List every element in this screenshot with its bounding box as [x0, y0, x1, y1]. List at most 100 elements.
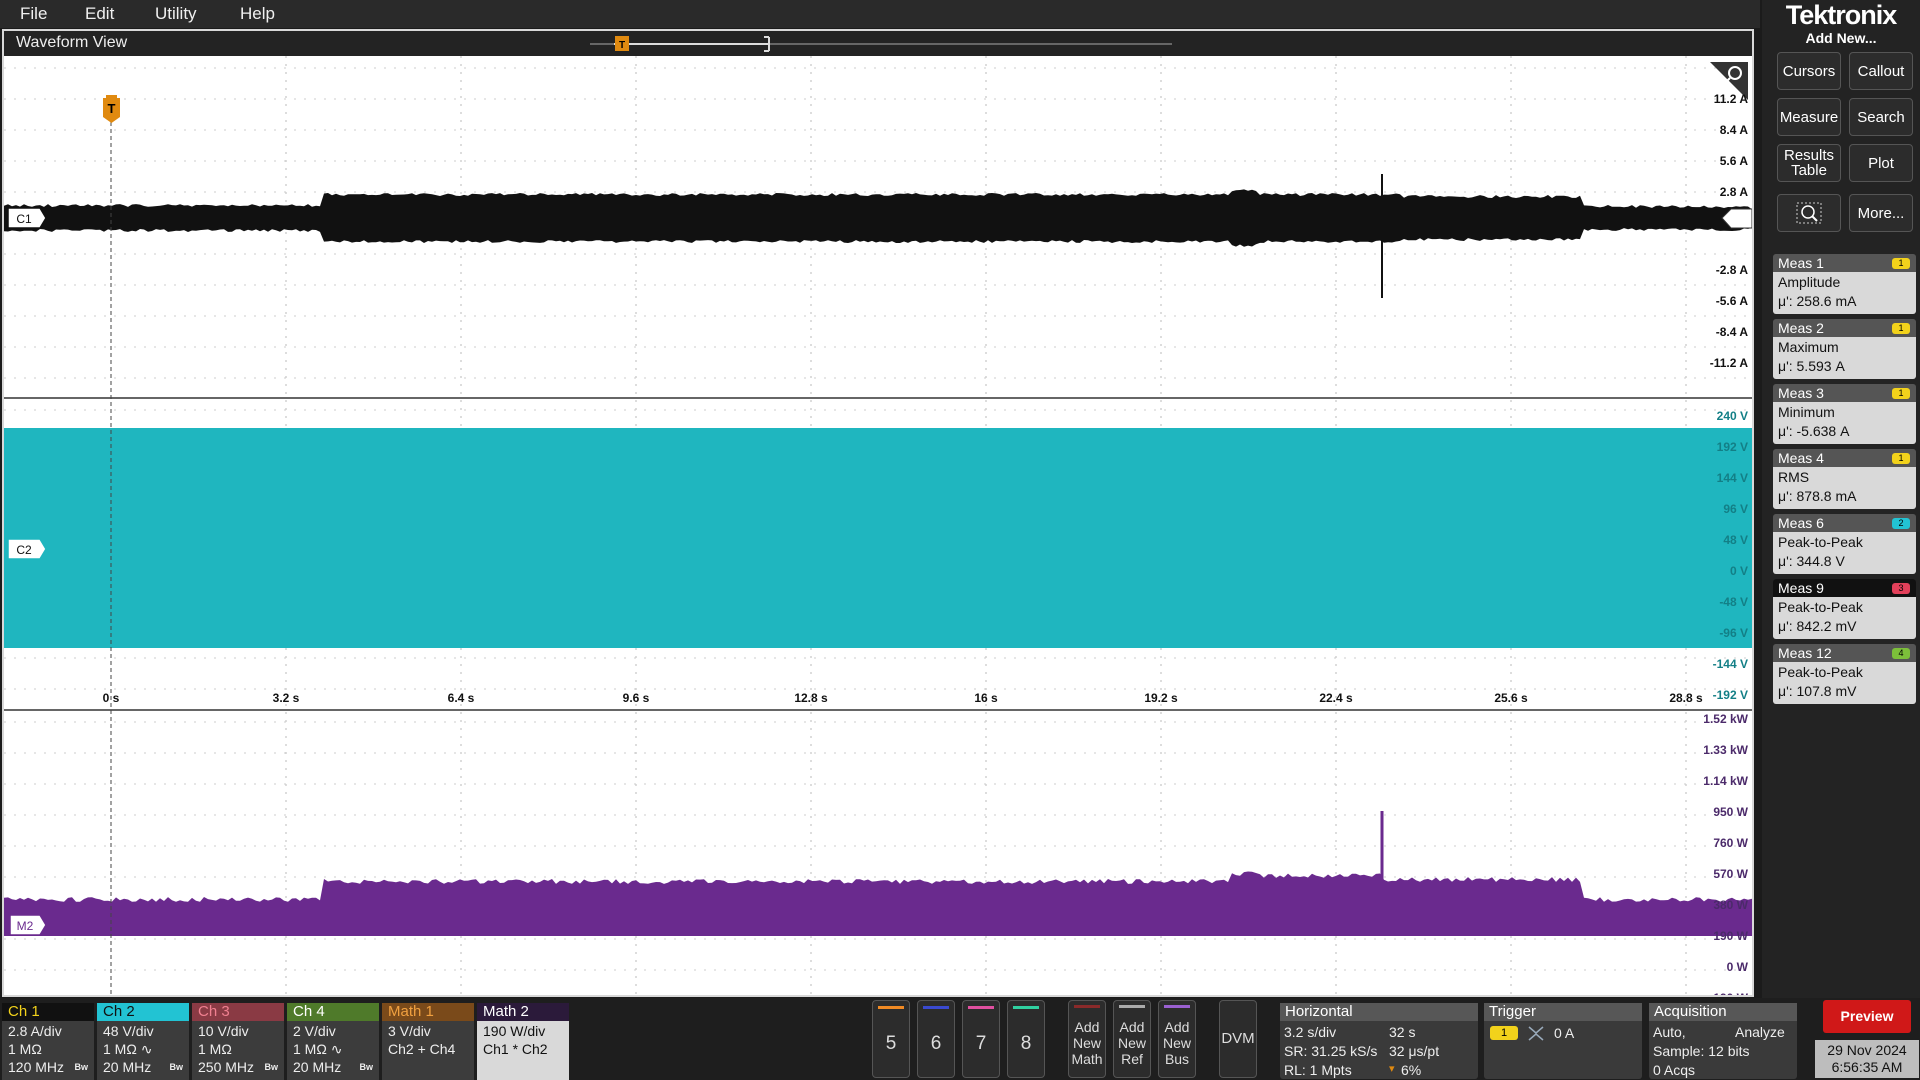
ch2-handle-label: C2 [16, 543, 32, 557]
measurement-card[interactable]: Meas 2 1 Maximum μ': 5.593 A [1773, 319, 1916, 379]
measurement-value: μ': 842.2 mV [1778, 618, 1857, 634]
ch1-scale-label: 2.8 A [1720, 185, 1749, 199]
channel-slot-6-button[interactable]: 6 [917, 1000, 955, 1078]
measurement-card[interactable]: Meas 9 3 Peak-to-Peak μ': 842.2 mV [1773, 579, 1916, 639]
ch2-scale-label: -144 V [1713, 657, 1748, 671]
ch1-scale-label: -8.4 A [1716, 325, 1749, 339]
measurement-header: Meas 4 1 [1773, 449, 1916, 467]
channel-badge-math-1[interactable]: Math 1 3 V/div Ch2 + Ch4 [382, 1003, 474, 1080]
math2-scale-label: 760 W [1713, 836, 1748, 850]
more-button[interactable]: More... [1849, 194, 1913, 232]
measurement-value: μ': 5.593 A [1778, 358, 1845, 374]
bandwidth-limit-icon: Bw [74, 1062, 89, 1072]
menu-file[interactable]: File [20, 4, 47, 24]
channel-coupling: 1 MΩ [8, 1041, 42, 1057]
trigger-level: 0 A [1554, 1025, 1575, 1041]
trigger-source-badge: 1 [1490, 1026, 1518, 1040]
ch1-scale-label: 11.2 A [1714, 92, 1749, 106]
measurement-body: RMS μ': 878.8 mA [1773, 467, 1916, 509]
record-overview[interactable]: T [584, 31, 1184, 56]
horizontal-duration: 32 s [1389, 1024, 1416, 1040]
slot-color-line [968, 1006, 994, 1009]
menu-utility[interactable]: Utility [155, 4, 197, 24]
measurement-title: Meas 2 [1778, 320, 1824, 336]
trigger-panel[interactable]: Trigger 1 0 A [1484, 1003, 1642, 1079]
measurement-card[interactable]: Meas 6 2 Peak-to-Peak μ': 344.8 V [1773, 514, 1916, 574]
channel-badge-math-2[interactable]: Math 2 190 W/div Ch1 * Ch2 [477, 1003, 569, 1080]
time-axis-label: 12.8 s [794, 691, 828, 705]
ch2-handle[interactable]: C2 [7, 538, 47, 560]
channel-badge-ch-2[interactable]: Ch 2 48 V/div 1 MΩ ∿ 20 MHz Bw [97, 1003, 189, 1080]
ch1-handle[interactable]: C1 [7, 207, 47, 229]
channel-slot-8-button[interactable]: 8 [1007, 1000, 1045, 1078]
menu-edit[interactable]: Edit [85, 4, 114, 24]
measurement-body: Maximum μ': 5.593 A [1773, 337, 1916, 379]
time-axis-label: 0 s [103, 691, 120, 705]
time-axis-label: 25.6 s [1494, 691, 1528, 705]
plot-button[interactable]: Plot [1849, 144, 1913, 182]
measurement-source-badge: 3 [1892, 583, 1910, 594]
add-new-math-button[interactable]: Add New Math [1068, 1000, 1106, 1078]
ch2-scale-label: -192 V [1713, 688, 1748, 702]
channel-settings: 10 V/div 1 MΩ 250 MHz Bw [192, 1021, 284, 1080]
cursors-button[interactable]: Cursors [1777, 52, 1841, 90]
measurement-name: Minimum [1778, 404, 1835, 420]
channel-bandwidth-row: 20 MHz Bw [293, 1058, 373, 1076]
measurement-source-badge: 1 [1892, 258, 1910, 269]
search-button[interactable]: Search [1849, 98, 1913, 136]
channel-scale: 2.8 A/div [8, 1023, 62, 1039]
horizontal-title: Horizontal [1280, 1003, 1478, 1021]
measurement-title: Meas 1 [1778, 255, 1824, 271]
channel-slot-5-button[interactable]: 5 [872, 1000, 910, 1078]
horizontal-scale: 3.2 s/div [1284, 1024, 1337, 1040]
slot-color-line [1013, 1006, 1039, 1009]
dvm-button[interactable]: DVM [1219, 1000, 1257, 1078]
measurement-source-badge: 1 [1892, 453, 1910, 464]
math2-scale-label: 1.14 kW [1703, 774, 1748, 788]
add-new-bus-button[interactable]: Add New Bus [1158, 1000, 1196, 1078]
measurement-name: Peak-to-Peak [1778, 599, 1863, 615]
channel-scale: 2 V/div [293, 1023, 336, 1039]
measurement-card[interactable]: Meas 1 1 Amplitude μ': 258.6 mA [1773, 254, 1916, 314]
ch2-scale-label: -96 V [1719, 626, 1748, 640]
channel-badge-ch-3[interactable]: Ch 3 10 V/div 1 MΩ 250 MHz Bw [192, 1003, 284, 1080]
channel-bandwidth-row: 20 MHz Bw [103, 1058, 183, 1076]
measurement-value: μ': 107.8 mV [1778, 683, 1857, 699]
callout-button[interactable]: Callout [1849, 52, 1913, 90]
zoom-icon [1796, 202, 1822, 224]
waveform-view[interactable]: Waveform View T T C1 C2 M2 11.2 A 8.4 A … [2, 29, 1754, 997]
trigger-position-marker[interactable]: T [103, 95, 120, 123]
measurement-header: Meas 6 2 [1773, 514, 1916, 532]
preview-button[interactable]: Preview [1823, 1000, 1911, 1033]
measure-button[interactable]: Measure [1777, 98, 1841, 136]
measurement-card[interactable]: Meas 12 4 Peak-to-Peak μ': 107.8 mV [1773, 644, 1916, 704]
slot-color-line [923, 1006, 949, 1009]
channel-bandwidth: 20 MHz [293, 1059, 342, 1075]
measurement-card[interactable]: Meas 3 1 Minimum μ': -5.638 A [1773, 384, 1916, 444]
measurement-body: Peak-to-Peak μ': 842.2 mV [1773, 597, 1916, 639]
zoom-button[interactable] [1777, 194, 1841, 232]
time-axis-label: 16 s [974, 691, 998, 705]
ch1-waveform [4, 189, 1752, 247]
time-axis-label: 19.2 s [1144, 691, 1178, 705]
acquisition-sample: Sample: 12 bits [1653, 1043, 1750, 1059]
results-table-button[interactable]: Results Table [1777, 144, 1841, 182]
channel-settings: 48 V/div 1 MΩ ∿ 20 MHz Bw [97, 1021, 189, 1080]
channel-slot-7-button[interactable]: 7 [962, 1000, 1000, 1078]
measurement-value: μ': 878.8 mA [1778, 488, 1857, 504]
channel-coupling: Ch2 + Ch4 [388, 1041, 456, 1057]
horizontal-panel[interactable]: Horizontal 3.2 s/div 32 s SR: 31.25 kS/s… [1280, 1003, 1478, 1079]
channel-settings: 3 V/div Ch2 + Ch4 [382, 1021, 474, 1080]
ch2-scale-label: -48 V [1719, 595, 1748, 609]
add-new-ref-button[interactable]: Add New Ref [1113, 1000, 1151, 1078]
math2-handle-label: M2 [17, 919, 34, 933]
measurement-card[interactable]: Meas 4 1 RMS μ': 878.8 mA [1773, 449, 1916, 509]
waveform-display[interactable]: T C1 C2 M2 11.2 A 8.4 A 5.6 A 2.8 A -2.8 A -5… [4, 56, 1752, 995]
channel-scale: 190 W/div [483, 1023, 546, 1039]
acquisition-panel[interactable]: Acquisition Auto, Analyze Sample: 12 bit… [1649, 1003, 1797, 1079]
math2-handle[interactable]: M2 [9, 914, 47, 936]
menu-help[interactable]: Help [240, 4, 275, 24]
channel-badge-ch-4[interactable]: Ch 4 2 V/div 1 MΩ ∿ 20 MHz Bw [287, 1003, 379, 1080]
measurement-name: RMS [1778, 469, 1810, 485]
channel-badge-ch-1[interactable]: Ch 1 2.8 A/div 1 MΩ 120 MHz Bw [2, 1003, 94, 1080]
